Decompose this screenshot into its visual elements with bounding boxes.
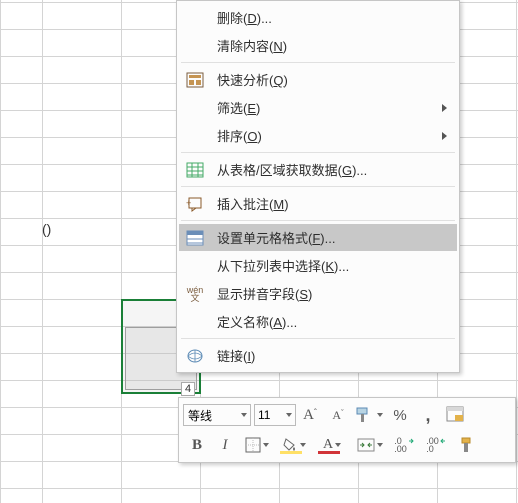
menu-label: 设置单元格格式(F)... xyxy=(217,228,335,247)
blank-icon xyxy=(183,256,207,276)
dropdown-arrow-icon xyxy=(377,443,383,447)
menu-separator xyxy=(181,62,455,63)
dropdown-arrow-icon xyxy=(286,413,292,417)
menu-delete[interactable]: 删除(D)... xyxy=(179,4,457,31)
menu-label: 排序(O) xyxy=(217,126,262,145)
fill-color-button[interactable] xyxy=(276,433,312,457)
menu-insert-comment[interactable]: + 插入批注(M) xyxy=(179,190,457,217)
phonetic-icon: wén文 xyxy=(183,284,207,304)
dropdown-arrow-icon xyxy=(300,443,306,447)
menu-label: 显示拼音字段(S) xyxy=(217,284,312,303)
insert-comment-icon: + xyxy=(183,194,207,214)
menu-get-data-from-range[interactable]: 从表格/区域获取数据(G)... xyxy=(179,156,457,183)
link-icon xyxy=(183,346,207,366)
bold-button[interactable]: B xyxy=(184,433,210,457)
blank-icon xyxy=(183,8,207,28)
dropdown-arrow-icon xyxy=(377,413,383,417)
border-button[interactable] xyxy=(240,433,274,457)
menu-separator xyxy=(181,338,455,339)
mini-toolbar: 等线 11 Aˆ Aˇ % , B I xyxy=(178,397,516,463)
svg-text:+: + xyxy=(186,198,191,208)
cell-value: () xyxy=(42,221,51,237)
font-color-swatch xyxy=(318,451,340,454)
format-painter-brush-button[interactable] xyxy=(454,433,480,457)
decrease-decimal-button[interactable]: .00.0 xyxy=(422,433,452,457)
menu-label: 定义名称(A)... xyxy=(217,312,297,331)
menu-label: 筛选(E) xyxy=(217,98,260,117)
menu-define-name[interactable]: 定义名称(A)... xyxy=(179,308,457,335)
quick-analysis-icon xyxy=(183,70,207,90)
menu-sort[interactable]: 排序(O) xyxy=(179,122,457,149)
menu-format-cells[interactable]: 设置单元格格式(F)... xyxy=(179,224,457,251)
italic-button[interactable]: I xyxy=(212,433,238,457)
table-data-icon xyxy=(183,160,207,180)
menu-label: 插入批注(M) xyxy=(217,194,289,213)
decrease-font-button[interactable]: Aˇ xyxy=(325,403,351,427)
font-color-button[interactable]: A xyxy=(314,433,350,457)
menu-label: 从表格/区域获取数据(G)... xyxy=(217,160,367,179)
menu-label: 删除(D)... xyxy=(217,8,272,27)
context-menu: 删除(D)... 清除内容(N) 快速分析(Q) 筛选(E) 排序(O) 从表格… xyxy=(176,0,460,373)
menu-show-phonetic[interactable]: wén文 显示拼音字段(S) xyxy=(179,280,457,307)
increase-font-button[interactable]: Aˆ xyxy=(297,403,323,427)
conditional-format-button[interactable] xyxy=(443,403,469,427)
menu-hyperlink[interactable]: 链接(I) xyxy=(179,342,457,369)
submenu-arrow-icon xyxy=(442,132,447,140)
format-painter-button[interactable] xyxy=(353,403,385,427)
dropdown-arrow-icon xyxy=(241,413,247,417)
selection-count-label: 4 xyxy=(181,382,195,396)
blank-icon xyxy=(183,126,207,146)
comma-format-button[interactable]: , xyxy=(415,403,441,427)
submenu-arrow-icon xyxy=(442,104,447,112)
blank-icon xyxy=(183,36,207,56)
merge-center-button[interactable] xyxy=(352,433,388,457)
font-size-select[interactable]: 11 xyxy=(254,404,296,426)
menu-label: 清除内容(N) xyxy=(217,36,287,55)
dropdown-arrow-icon xyxy=(263,443,269,447)
font-size-value: 11 xyxy=(258,408,270,422)
percent-format-button[interactable]: % xyxy=(387,403,413,427)
font-name-select[interactable]: 等线 xyxy=(183,404,251,426)
menu-label: 快速分析(Q) xyxy=(217,70,288,89)
menu-filter[interactable]: 筛选(E) xyxy=(179,94,457,121)
menu-label: 从下拉列表中选择(K)... xyxy=(217,256,349,275)
menu-clear-contents[interactable]: 清除内容(N) xyxy=(179,32,457,59)
fill-color-swatch xyxy=(280,451,302,454)
increase-decimal-button[interactable]: .0.00 xyxy=(390,433,420,457)
menu-pick-from-list[interactable]: 从下拉列表中选择(K)... xyxy=(179,252,457,279)
format-cells-icon xyxy=(183,228,207,248)
menu-separator xyxy=(181,220,455,221)
menu-quick-analysis[interactable]: 快速分析(Q) xyxy=(179,66,457,93)
font-name-value: 等线 xyxy=(188,407,212,424)
menu-label: 链接(I) xyxy=(217,346,255,365)
menu-separator xyxy=(181,152,455,153)
blank-icon xyxy=(183,98,207,118)
blank-icon xyxy=(183,312,207,332)
dropdown-arrow-icon xyxy=(335,443,341,447)
menu-separator xyxy=(181,186,455,187)
